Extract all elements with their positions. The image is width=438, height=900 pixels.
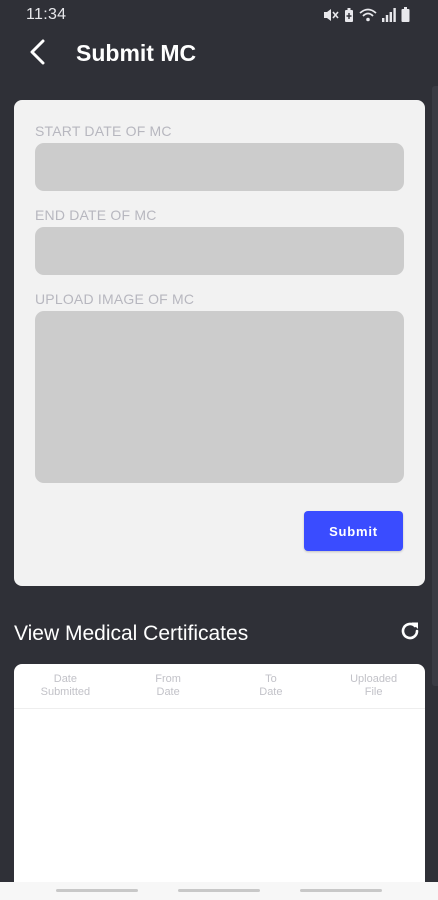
battery-saver-icon bbox=[344, 7, 354, 22]
app-bar: Submit MC bbox=[0, 30, 438, 78]
back-button[interactable] bbox=[22, 38, 54, 70]
column-date-submitted: Date Submitted bbox=[40, 673, 91, 698]
page-title: Submit MC bbox=[76, 40, 197, 66]
signal-icon bbox=[382, 7, 396, 22]
section-title: View Medical Certificates bbox=[14, 622, 249, 645]
table-header: Date Submitted From Date To Date Uploade… bbox=[14, 664, 425, 709]
wifi-icon bbox=[359, 8, 377, 22]
end-date-label: END DATE OF MC bbox=[35, 207, 157, 223]
mute-icon bbox=[323, 8, 339, 22]
column-from-date: From Date bbox=[155, 673, 181, 698]
start-date-field[interactable] bbox=[35, 143, 404, 191]
status-icons bbox=[323, 7, 410, 22]
nav-recents-button[interactable] bbox=[56, 889, 138, 892]
battery-icon bbox=[401, 7, 410, 22]
status-bar: 11:34 bbox=[0, 0, 438, 30]
upload-image-label: UPLOAD IMAGE OF MC bbox=[35, 291, 195, 307]
submit-button[interactable]: Submit bbox=[304, 511, 403, 551]
refresh-button[interactable] bbox=[396, 619, 424, 647]
column-uploaded-file: Uploaded File bbox=[350, 673, 398, 698]
navigation-bar bbox=[0, 882, 438, 900]
screen: 11:34 Submit MC START DATE OF MC END DAT… bbox=[0, 0, 438, 900]
scrollbar[interactable] bbox=[432, 86, 438, 686]
submit-mc-form: START DATE OF MC END DATE OF MC UPLOAD I… bbox=[14, 100, 425, 586]
upload-image-area[interactable] bbox=[35, 311, 404, 483]
column-to-date: To Date bbox=[259, 673, 283, 698]
nav-home-button[interactable] bbox=[178, 889, 260, 892]
status-time: 11:34 bbox=[26, 6, 67, 23]
nav-back-button[interactable] bbox=[300, 889, 382, 892]
chevron-left-icon bbox=[28, 39, 48, 70]
certificates-table: Date Submitted From Date To Date Uploade… bbox=[14, 664, 425, 900]
refresh-icon bbox=[398, 619, 422, 648]
end-date-field[interactable] bbox=[35, 227, 404, 275]
start-date-label: START DATE OF MC bbox=[35, 123, 172, 139]
